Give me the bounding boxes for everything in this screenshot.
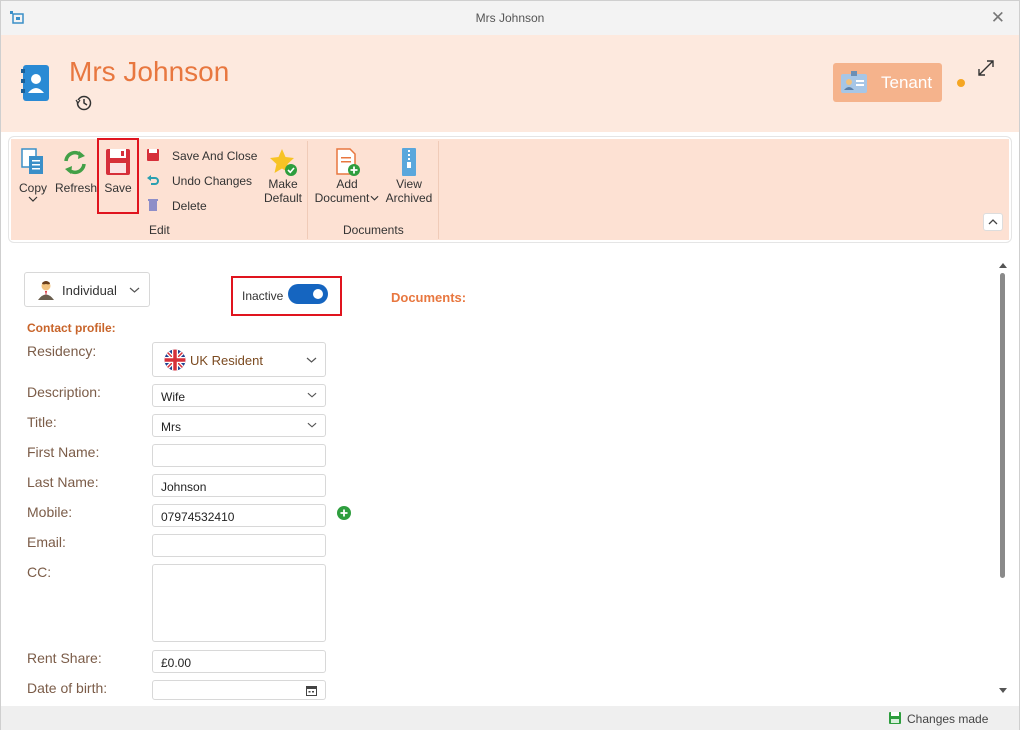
person-icon [38,281,54,300]
title-bar: Mrs Johnson ✕ [1,1,1019,35]
contact-type-value: Individual [62,283,117,298]
chevron-down-icon [306,357,317,363]
rent-share-input[interactable]: £0.00 [152,650,326,673]
residency-label: Residency: [27,343,97,359]
copy-label: Copy [18,181,47,195]
record-header: Mrs Johnson Tenant [1,35,1019,132]
id-card-icon [841,71,867,93]
email-input[interactable] [152,534,326,557]
contact-book-icon [21,65,49,101]
window: Mrs Johnson ✕ Mrs Johnson Tenant Copy Re… [0,0,1020,730]
refresh-icon [64,150,86,175]
make-default-label-line2: Default [263,191,303,205]
contact-type-dropdown[interactable]: Individual [24,272,150,307]
chevron-up-icon [988,219,998,225]
active-toggle-switch[interactable] [288,284,328,304]
ribbon-separator [438,141,439,239]
add-document-label-line2: Document [314,191,370,205]
refresh-label: Refresh [55,181,98,195]
add-document-icon [336,148,360,176]
floppy-disk-icon [147,149,159,161]
first-name-input[interactable] [152,444,326,467]
description-select[interactable]: Wife [152,384,326,407]
save-highlight-box [97,138,139,214]
floppy-disk-icon [889,712,901,724]
description-value: Wife [161,390,185,404]
residency-dropdown[interactable]: UK Resident [152,342,326,377]
star-icon [270,149,297,176]
documents-heading: Documents: [391,290,467,305]
page-title: Mrs Johnson [69,56,230,87]
uk-flag-icon [164,349,186,371]
save-and-close-button[interactable]: Save And Close [146,148,258,164]
first-name-label: First Name: [27,444,100,460]
rent-share-label: Rent Share: [27,650,102,666]
description-label: Description: [27,384,101,400]
view-archived-button[interactable]: View Archived [385,147,433,205]
add-mobile-button[interactable] [337,506,351,520]
title-select[interactable]: Mrs [152,414,326,437]
mobile-label: Mobile: [27,504,73,520]
chevron-down-icon [28,196,38,202]
status-bar: Changes made [1,706,1019,730]
badge-label: Tenant [881,73,933,92]
ribbon-separator [307,141,308,239]
chevron-down-icon [307,422,317,428]
calendar-icon[interactable] [306,685,317,696]
undo-changes-button[interactable]: Undo Changes [146,173,256,189]
toggle-knob [313,289,323,299]
cc-label: CC: [27,564,52,580]
delete-button[interactable]: Delete [146,198,216,214]
scrollbar-thumb[interactable] [1000,273,1005,578]
contact-profile-heading: Contact profile: [27,321,116,335]
history-icon[interactable] [75,94,93,112]
group-label-edit: Edit [149,223,170,237]
last-name-label: Last Name: [27,474,99,490]
chevron-down-icon [129,287,140,293]
make-default-label-line1: Make [268,177,298,191]
date-of-birth-input[interactable] [152,680,326,700]
tenant-badge: Tenant [833,63,942,102]
copy-button[interactable]: Copy [15,147,51,203]
title-label: Title: [27,414,57,430]
status-dot [957,79,965,87]
active-toggle-highlight-box: Inactive [231,276,342,316]
delete-label: Delete [172,199,207,213]
close-icon[interactable]: ✕ [991,8,1005,28]
group-label-documents: Documents [343,223,404,237]
add-document-label-line1: Add [336,177,358,191]
residency-value: UK Resident [190,353,263,368]
refresh-button[interactable]: Refresh [55,147,98,195]
chevron-down-icon [307,392,317,398]
collapse-ribbon-button[interactable] [983,213,1003,231]
undo-changes-label: Undo Changes [172,174,253,188]
date-of-birth-label: Date of birth: [27,680,108,696]
last-name-input[interactable]: Johnson [152,474,326,497]
active-toggle-label: Inactive [242,289,284,303]
status-text: Changes made [907,712,989,726]
plus-icon [340,509,348,517]
view-archived-label-line2: Archived [385,191,433,205]
expand-icon[interactable] [977,59,995,77]
undo-icon [147,175,159,185]
title-value: Mrs [161,420,181,434]
email-label: Email: [27,534,66,550]
chevron-down-icon [370,195,379,201]
view-archived-label-line1: View [396,177,422,191]
archive-zip-icon [402,148,416,176]
window-title: Mrs Johnson [475,11,545,25]
save-and-close-label: Save And Close [172,149,258,163]
trash-icon [148,199,158,211]
scroll-down-arrow[interactable] [998,687,1008,695]
scroll-up-arrow[interactable] [998,261,1008,269]
copy-icon [21,148,43,174]
add-document-button[interactable]: Add Document [313,147,381,205]
cc-textarea[interactable] [152,564,326,642]
mobile-input[interactable]: 07974532410 [152,504,326,527]
make-default-button[interactable]: Make Default [261,147,305,205]
